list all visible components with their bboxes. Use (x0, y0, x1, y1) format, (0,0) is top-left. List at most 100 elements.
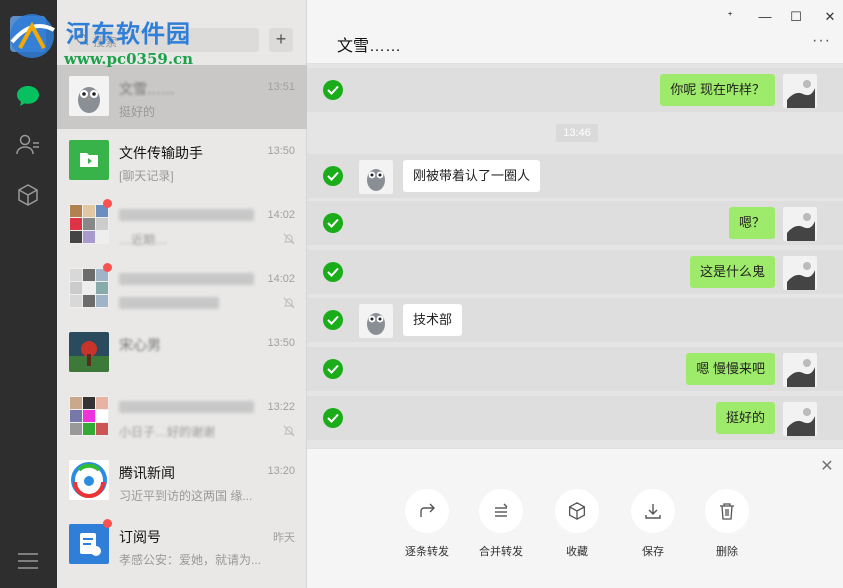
favorite-cube-button[interactable]: 收藏 (547, 489, 607, 559)
my-avatar[interactable] (783, 207, 817, 241)
message-row[interactable]: 这是什么鬼 (307, 250, 843, 294)
search-row: 搜索 + (57, 0, 307, 65)
chat-name: 文件传输助手 (119, 145, 203, 161)
chat-list-item[interactable]: 订阅号孝感公安：爱她，就请为... 昨天 (57, 513, 307, 577)
message-row[interactable]: 你呢 现在咋样？ (307, 68, 843, 112)
action-label: 收藏 (566, 546, 588, 558)
user-avatar[interactable] (10, 16, 46, 52)
my-avatar[interactable] (783, 74, 817, 108)
my-avatar[interactable] (783, 256, 817, 290)
chat-time: 14:02 (267, 209, 295, 221)
maximize-button[interactable]: ☐ (787, 8, 805, 26)
my-message-bubble[interactable]: 你呢 现在咋样？ (660, 74, 775, 106)
add-chat-button[interactable]: + (269, 28, 293, 52)
action-label: 逐条转发 (405, 546, 449, 558)
chat-avatar (69, 140, 109, 180)
chat-last-message: 小日子…好的谢谢 (119, 425, 216, 439)
my-message-bubble[interactable]: 嗯 慢慢来吧 (686, 353, 775, 385)
chat-name: 宋心男 (119, 337, 161, 353)
chat-list-item[interactable]: 小日子…好的谢谢 13:22 (57, 385, 307, 449)
my-message-bubble[interactable]: 挺好的 (715, 402, 775, 434)
unread-dot (103, 263, 112, 272)
chat-avatar (69, 204, 109, 244)
delete-trash-button[interactable]: 删除 (697, 489, 757, 559)
conversation-pane: 文雪…… ᐩ — ☐ ✕ ··· 13:46 你呢 现在咋样？ 刚被带着认了一圈人… (307, 0, 843, 588)
delete-trash-icon[interactable] (705, 489, 749, 533)
favorites-cube-icon[interactable] (14, 181, 42, 209)
chat-icon[interactable] (14, 82, 42, 110)
selected-check-icon[interactable] (323, 80, 343, 100)
chat-last-message: 孝感公安：爱她，就请为... (119, 553, 262, 567)
menu-icon[interactable] (16, 552, 40, 570)
selected-check-icon[interactable] (323, 213, 343, 233)
contact-avatar[interactable] (359, 160, 393, 194)
forward-one-icon[interactable] (405, 489, 449, 533)
search-icon (76, 33, 89, 46)
message-row[interactable]: 技术部 (307, 298, 843, 342)
chat-last-message: [聊天记录] (119, 169, 174, 183)
unread-dot (103, 519, 112, 528)
chat-last-message: …近期… (119, 233, 168, 247)
chat-time: 13:51 (267, 81, 295, 93)
chat-list-item[interactable]: 文件传输助手 [聊天记录] 13:50 (57, 129, 307, 193)
message-row[interactable]: 挺好的 (307, 396, 843, 440)
chat-avatar (69, 332, 109, 372)
selected-check-icon[interactable] (323, 359, 343, 379)
save-download-icon[interactable] (631, 489, 675, 533)
contact-message-bubble[interactable]: 刚被带着认了一圈人 (403, 160, 541, 192)
action-label: 合并转发 (479, 546, 523, 558)
forward-merge-button[interactable]: 合并转发 (471, 489, 531, 559)
chat-time: 昨天 (273, 532, 295, 544)
selected-check-icon[interactable] (323, 166, 343, 186)
chat-time: 13:22 (267, 401, 295, 413)
chat-last-message: 习近平到访的这两国 缘... (119, 489, 253, 503)
multi-select-action-bar: ✕ 逐条转发 合并转发 收藏 保存 删除 (307, 448, 843, 588)
chat-avatar (69, 396, 109, 436)
chat-name: 腾讯新闻 (119, 465, 175, 481)
message-list: 13:46 你呢 现在咋样？ 刚被带着认了一圈人嗯？ 这是什么鬼技术部嗯 慢慢来吧挺… (307, 64, 843, 448)
left-nav (0, 0, 57, 588)
save-download-button[interactable]: 保存 (623, 489, 683, 559)
mute-icon (283, 233, 295, 245)
my-message-bubble[interactable]: 嗯？ (728, 207, 775, 239)
selected-check-icon[interactable] (323, 310, 343, 330)
chat-list-item[interactable]: 宋心男 13:50 (57, 321, 307, 385)
chat-name: 订阅号 (119, 529, 161, 545)
favorite-cube-icon[interactable] (555, 489, 599, 533)
chat-list-item[interactable]: 腾讯新闻 习近平到访的这两国 缘... 13:20 (57, 449, 307, 513)
my-avatar[interactable] (783, 353, 817, 387)
message-row[interactable]: 刚被带着认了一圈人 (307, 154, 843, 198)
chat-time: 13:50 (267, 145, 295, 157)
chat-avatar (69, 460, 109, 500)
selected-check-icon[interactable] (323, 262, 343, 282)
minimize-button[interactable]: — (756, 8, 774, 26)
contact-message-bubble[interactable]: 技术部 (403, 304, 463, 336)
search-placeholder: 搜索 (93, 35, 118, 49)
chat-avatar (69, 268, 109, 308)
forward-merge-icon[interactable] (479, 489, 523, 533)
chat-list-item[interactable]: 14:02 (57, 257, 307, 321)
time-divider: 13:46 (556, 124, 598, 142)
selected-check-icon[interactable] (323, 408, 343, 428)
mute-icon (283, 425, 295, 437)
message-row[interactable]: 嗯 慢慢来吧 (307, 347, 843, 391)
close-window-button[interactable]: ✕ (821, 8, 839, 26)
conversation-title: 文雪…… (337, 38, 402, 55)
action-label: 保存 (642, 546, 664, 558)
my-message-bubble[interactable]: 这是什么鬼 (689, 256, 775, 288)
contact-avatar[interactable] (359, 304, 393, 338)
action-label: 删除 (716, 546, 738, 558)
chat-time: 14:02 (267, 273, 295, 285)
forward-one-button[interactable]: 逐条转发 (397, 489, 457, 559)
close-selection-icon[interactable]: ✕ (819, 459, 835, 475)
my-avatar[interactable] (783, 402, 817, 436)
pin-window-button[interactable]: ᐩ (721, 8, 739, 26)
search-input[interactable]: 搜索 (69, 28, 259, 52)
message-row[interactable]: 嗯？ (307, 201, 843, 245)
chat-list-item[interactable]: 文雪…… 挺好的 13:51 (57, 65, 307, 129)
more-options-icon[interactable]: ··· (812, 32, 831, 50)
contacts-icon[interactable] (14, 131, 42, 159)
chat-list-item[interactable]: …近期… 14:02 (57, 193, 307, 257)
chat-time: 13:50 (267, 337, 295, 349)
unread-dot (103, 199, 112, 208)
